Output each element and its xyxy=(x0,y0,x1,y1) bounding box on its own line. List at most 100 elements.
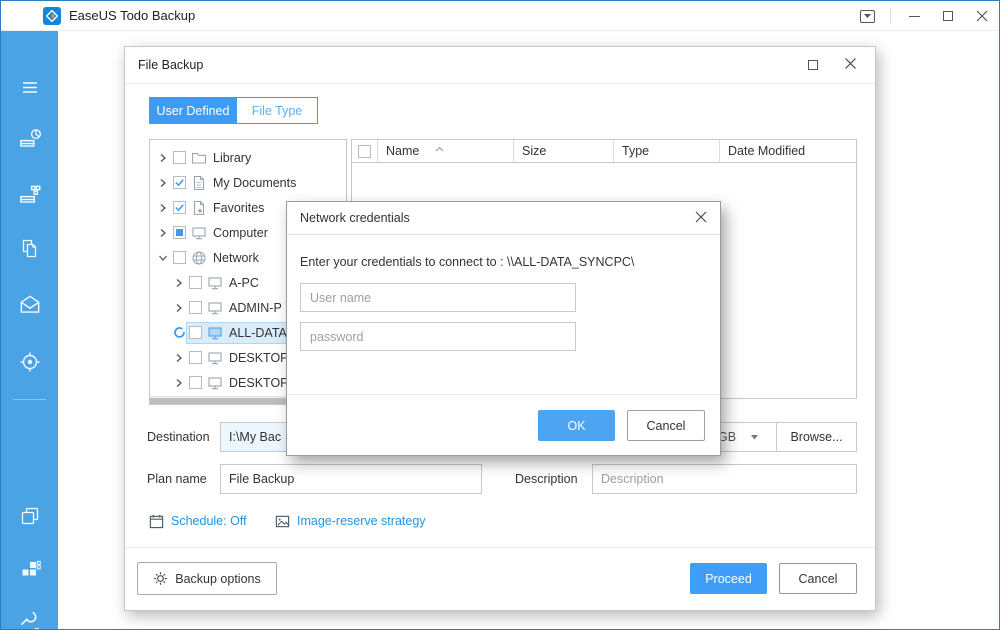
select-all-checkbox[interactable] xyxy=(358,145,371,158)
checkbox-partial[interactable] xyxy=(173,226,186,239)
close-icon xyxy=(976,10,988,22)
sidebar-item-mail-backup[interactable] xyxy=(1,285,58,325)
modal-title: Network credentials xyxy=(300,202,410,235)
dialog-cancel-button[interactable]: Cancel xyxy=(779,563,857,594)
sidebar-item-system-backup[interactable] xyxy=(1,175,58,215)
checkbox-unchecked[interactable] xyxy=(173,151,186,164)
window-menu-icon xyxy=(860,10,875,23)
browse-button[interactable]: Browse... xyxy=(776,422,857,452)
chevron-right-icon[interactable] xyxy=(172,378,186,388)
chevron-right-icon[interactable] xyxy=(172,303,186,313)
mail-backup-icon xyxy=(17,292,43,318)
credentials-message: Enter your credentials to connect to : \… xyxy=(300,255,634,269)
dialog-close-button[interactable] xyxy=(844,57,857,73)
column-header-type[interactable]: Type xyxy=(614,140,720,162)
modal-close-icon xyxy=(695,211,707,223)
tools-icon xyxy=(18,557,42,581)
sidebar-divider xyxy=(13,399,46,400)
dialog-close-icon xyxy=(844,57,857,70)
dialog-maximize-button[interactable] xyxy=(808,60,818,70)
column-header-name[interactable]: Name xyxy=(378,140,514,162)
loading-spinner-icon xyxy=(172,326,186,339)
chevron-down-icon[interactable] xyxy=(156,253,170,263)
chevron-down-icon xyxy=(750,434,759,440)
chevron-right-icon[interactable] xyxy=(156,153,170,163)
tab-bar: User Defined File Type xyxy=(149,97,318,124)
calendar-icon xyxy=(149,514,164,529)
tab-user-defined[interactable]: User Defined xyxy=(149,97,237,124)
sidebar-item-clone[interactable] xyxy=(1,496,58,536)
sidebar-item-smart-backup[interactable] xyxy=(1,342,58,382)
password-input[interactable] xyxy=(300,322,576,351)
more-tools-icon xyxy=(17,609,43,630)
window-menu-button[interactable] xyxy=(850,1,884,31)
tree-item-library[interactable]: Library xyxy=(150,145,346,170)
checkbox-unchecked[interactable] xyxy=(173,251,186,264)
sidebar-item-disk-backup[interactable] xyxy=(1,119,58,159)
modal-cancel-button[interactable]: Cancel xyxy=(627,410,705,441)
sidebar-item-file-backup[interactable] xyxy=(1,229,58,269)
checkbox-unchecked[interactable] xyxy=(189,301,202,314)
computer-icon xyxy=(207,375,223,391)
dialog-titlebar: File Backup xyxy=(125,47,875,84)
network-icon xyxy=(191,250,207,266)
maximize-button[interactable] xyxy=(931,1,965,31)
checkbox-checked[interactable] xyxy=(173,176,186,189)
ok-button[interactable]: OK xyxy=(538,410,615,441)
document-icon xyxy=(191,175,207,191)
minimize-button[interactable] xyxy=(897,1,931,31)
plan-name-input[interactable] xyxy=(220,464,482,494)
plan-name-label: Plan name xyxy=(147,464,207,494)
image-reserve-strategy-link[interactable]: Image-reserve strategy xyxy=(275,512,426,530)
checkbox-unchecked[interactable] xyxy=(189,351,202,364)
chevron-right-icon[interactable] xyxy=(172,278,186,288)
destination-label: Destination xyxy=(147,422,210,452)
disk-backup-icon xyxy=(17,126,43,152)
table-header: Name Size Type Date Modified xyxy=(352,140,856,163)
close-button[interactable] xyxy=(965,1,999,31)
clone-icon xyxy=(18,504,42,528)
sidebar xyxy=(1,31,58,630)
sort-ascending-icon xyxy=(435,141,444,155)
dialog-title: File Backup xyxy=(138,47,203,84)
computer-icon xyxy=(191,225,207,241)
proceed-button[interactable]: Proceed xyxy=(690,563,767,594)
menu-icon xyxy=(18,75,42,99)
network-credentials-modal: Network credentials Enter your credentia… xyxy=(286,201,721,456)
titlebar-separator xyxy=(890,8,891,24)
tab-file-type[interactable]: File Type xyxy=(237,97,318,124)
computer-icon xyxy=(207,350,223,366)
footer-divider xyxy=(125,547,875,548)
gear-icon xyxy=(153,571,168,586)
sidebar-item-menu[interactable] xyxy=(1,67,58,107)
chevron-right-icon[interactable] xyxy=(172,353,186,363)
easeus-logo-icon xyxy=(43,7,61,25)
column-header-size[interactable]: Size xyxy=(514,140,614,162)
backup-options-button[interactable]: Backup options xyxy=(137,562,277,595)
file-backup-icon xyxy=(18,237,42,261)
tree-item-my-documents[interactable]: My Documents xyxy=(150,170,346,195)
checkbox-checked[interactable] xyxy=(173,201,186,214)
image-icon xyxy=(275,514,290,529)
username-input[interactable] xyxy=(300,283,576,312)
modal-close-button[interactable] xyxy=(695,211,707,226)
chevron-right-icon[interactable] xyxy=(156,203,170,213)
smart-backup-icon xyxy=(17,349,43,375)
chevron-right-icon[interactable] xyxy=(156,178,170,188)
description-input[interactable] xyxy=(592,464,857,494)
checkbox-unchecked[interactable] xyxy=(189,376,202,389)
app-title: EaseUS Todo Backup xyxy=(69,1,195,31)
modal-titlebar: Network credentials xyxy=(287,202,720,235)
chevron-right-icon[interactable] xyxy=(156,228,170,238)
computer-icon xyxy=(207,275,223,291)
sidebar-item-more-tools[interactable] xyxy=(1,602,58,630)
schedule-link[interactable]: Schedule: Off xyxy=(149,512,247,530)
column-header-date-modified[interactable]: Date Modified xyxy=(720,140,856,162)
system-backup-icon xyxy=(17,182,43,208)
modal-footer-divider xyxy=(287,394,720,395)
checkbox-unchecked[interactable] xyxy=(189,276,202,289)
sidebar-item-tools[interactable] xyxy=(1,549,58,589)
maximize-icon xyxy=(943,11,953,21)
checkbox-unchecked[interactable] xyxy=(189,326,202,339)
computer-icon xyxy=(207,300,223,316)
